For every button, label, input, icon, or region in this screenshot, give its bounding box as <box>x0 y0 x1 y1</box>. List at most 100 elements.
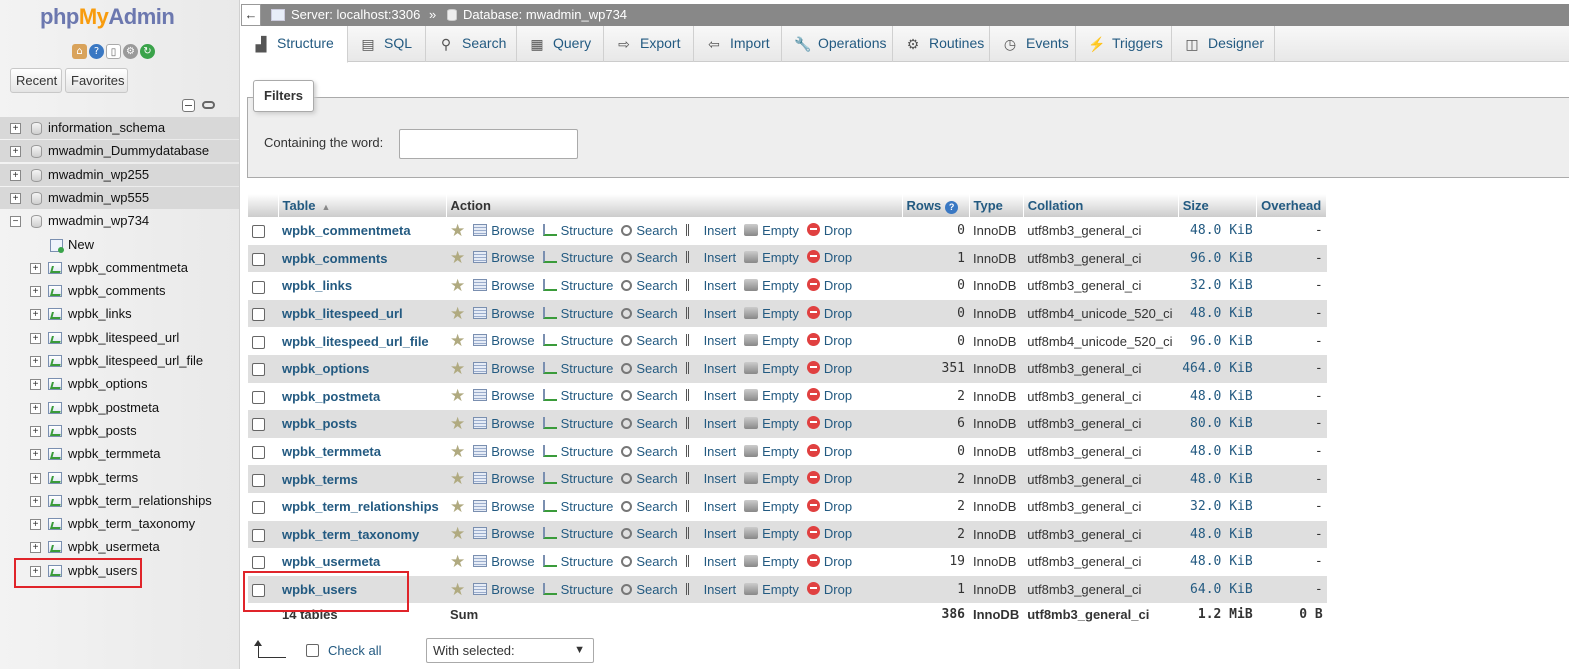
table-name-link[interactable]: wpbk_links <box>278 272 446 300</box>
nav-database-information_schema[interactable]: + information_schema <box>0 117 239 139</box>
favorite-star-icon[interactable]: ★ <box>450 552 465 571</box>
header-overhead[interactable]: Overhead <box>1256 194 1328 217</box>
table-name-link[interactable]: wpbk_posts <box>278 410 446 438</box>
favorite-star-icon[interactable]: ★ <box>450 359 465 378</box>
expand-icon[interactable]: + <box>30 332 41 344</box>
tab-structure[interactable]: ▟ Structure <box>241 26 348 63</box>
action-empty-link[interactable]: Empty <box>744 223 799 238</box>
recent-button[interactable]: Recent <box>10 68 62 93</box>
action-browse-link[interactable]: Browse <box>473 526 535 541</box>
row-size[interactable]: 48.0 KiB <box>1178 382 1257 411</box>
action-browse-link[interactable]: Browse <box>473 444 535 459</box>
link-with-main-icon[interactable] <box>202 101 215 109</box>
action-insert-link[interactable]: Insert <box>685 250 736 265</box>
row-checkbox[interactable] <box>252 308 265 322</box>
action-insert-link[interactable]: Insert <box>685 278 736 293</box>
tab-operations[interactable]: 🔧 Operations <box>782 26 893 62</box>
expand-icon[interactable]: + <box>10 146 21 158</box>
favorite-star-icon[interactable]: ★ <box>450 386 465 405</box>
header-size[interactable]: Size <box>1178 194 1258 217</box>
table-name-link[interactable]: wpbk_litespeed_url <box>278 299 446 328</box>
nav-database-mwadmin_wp255[interactable]: + mwadmin_wp255 <box>0 163 239 186</box>
action-empty-link[interactable]: Empty <box>744 582 799 597</box>
action-search-link[interactable]: Search <box>621 333 678 348</box>
action-insert-link[interactable]: Insert <box>685 554 736 569</box>
action-structure-link[interactable]: Structure <box>542 250 613 265</box>
tab-export[interactable]: ⇨ Export <box>604 26 694 62</box>
expand-icon[interactable]: + <box>30 449 41 461</box>
action-drop-link[interactable]: Drop <box>806 360 852 376</box>
action-empty-link[interactable]: Empty <box>744 444 799 459</box>
action-insert-link[interactable]: Insert <box>685 361 736 376</box>
collapse-all-icon[interactable] <box>182 99 195 112</box>
expand-icon[interactable]: + <box>30 425 41 437</box>
header-collation[interactable]: Collation <box>1023 194 1179 217</box>
action-empty-link[interactable]: Empty <box>744 526 799 541</box>
favorite-star-icon[interactable]: ★ <box>450 414 465 433</box>
table-name-link[interactable]: wpbk_term_taxonomy <box>278 520 446 549</box>
action-insert-link[interactable]: Insert <box>685 499 736 514</box>
action-search-link[interactable]: Search <box>621 250 678 265</box>
action-empty-link[interactable]: Empty <box>744 499 799 514</box>
action-structure-link[interactable]: Structure <box>542 278 613 293</box>
action-browse-link[interactable]: Browse <box>473 306 535 321</box>
back-arrow-icon[interactable]: ← <box>241 4 261 26</box>
action-drop-link[interactable]: Drop <box>806 553 852 569</box>
action-search-link[interactable]: Search <box>621 278 678 293</box>
action-browse-link[interactable]: Browse <box>473 333 535 348</box>
row-checkbox[interactable] <box>252 280 265 294</box>
row-checkbox[interactable] <box>252 501 265 515</box>
favorites-button[interactable]: Favorites <box>65 68 128 93</box>
table-name-link[interactable]: wpbk_termmeta <box>278 437 446 466</box>
action-search-link[interactable]: Search <box>621 306 678 321</box>
favorite-star-icon[interactable]: ★ <box>450 497 465 516</box>
row-size[interactable]: 48.0 KiB <box>1178 520 1257 549</box>
action-drop-link[interactable]: Drop <box>806 415 852 431</box>
reload-icon[interactable]: ↻ <box>140 44 155 59</box>
tab-sql[interactable]: ▤ SQL <box>348 26 426 62</box>
nav-database-mwadmin_Dummydatabase[interactable]: + mwadmin_Dummydatabase <box>0 140 239 163</box>
action-empty-link[interactable]: Empty <box>744 416 799 431</box>
expand-icon[interactable]: + <box>30 379 41 391</box>
action-drop-link[interactable]: Drop <box>806 333 852 348</box>
action-drop-link[interactable]: Drop <box>806 250 852 265</box>
row-size[interactable]: 96.0 KiB <box>1178 244 1257 273</box>
action-empty-link[interactable]: Empty <box>744 361 799 376</box>
home-icon[interactable]: ⌂ <box>72 44 87 59</box>
expand-icon[interactable]: + <box>30 356 41 367</box>
expand-icon[interactable]: + <box>10 169 21 181</box>
action-insert-link[interactable]: Insert <box>685 582 736 597</box>
action-search-link[interactable]: Search <box>621 554 678 569</box>
table-name-link[interactable]: wpbk_litespeed_url_file <box>278 327 446 355</box>
row-size[interactable]: 48.0 KiB <box>1178 437 1257 466</box>
action-drop-link[interactable]: Drop <box>806 388 852 403</box>
row-size[interactable]: 64.0 KiB <box>1178 575 1257 604</box>
header-type[interactable]: Type <box>969 194 1024 217</box>
action-browse-link[interactable]: Browse <box>473 471 535 486</box>
table-name-link[interactable]: wpbk_postmeta <box>278 382 446 411</box>
expand-icon[interactable]: + <box>30 495 41 507</box>
action-drop-link[interactable]: Drop <box>806 305 852 321</box>
action-empty-link[interactable]: Empty <box>744 306 799 321</box>
favorite-star-icon[interactable]: ★ <box>450 276 465 295</box>
action-insert-link[interactable]: Insert <box>685 416 736 431</box>
action-insert-link[interactable]: Insert <box>685 444 736 459</box>
action-structure-link[interactable]: Structure <box>542 526 613 541</box>
tab-designer[interactable]: ◫ Designer <box>1172 26 1275 62</box>
row-checkbox[interactable] <box>252 225 265 239</box>
favorite-star-icon[interactable]: ★ <box>450 524 465 543</box>
action-search-link[interactable]: Search <box>621 388 678 403</box>
row-checkbox[interactable] <box>252 335 265 349</box>
action-browse-link[interactable]: Browse <box>473 223 535 238</box>
help-icon[interactable]: ? <box>89 44 104 59</box>
action-drop-link[interactable]: Drop <box>806 443 852 459</box>
row-checkbox[interactable] <box>252 252 265 266</box>
row-size[interactable]: 464.0 KiB <box>1178 354 1257 383</box>
action-insert-link[interactable]: Insert <box>685 471 736 486</box>
row-checkbox[interactable] <box>252 556 265 570</box>
row-checkbox[interactable] <box>252 363 265 377</box>
action-browse-link[interactable]: Browse <box>473 278 535 293</box>
action-structure-link[interactable]: Structure <box>542 554 613 569</box>
action-structure-link[interactable]: Structure <box>542 223 613 238</box>
action-structure-link[interactable]: Structure <box>542 499 613 514</box>
